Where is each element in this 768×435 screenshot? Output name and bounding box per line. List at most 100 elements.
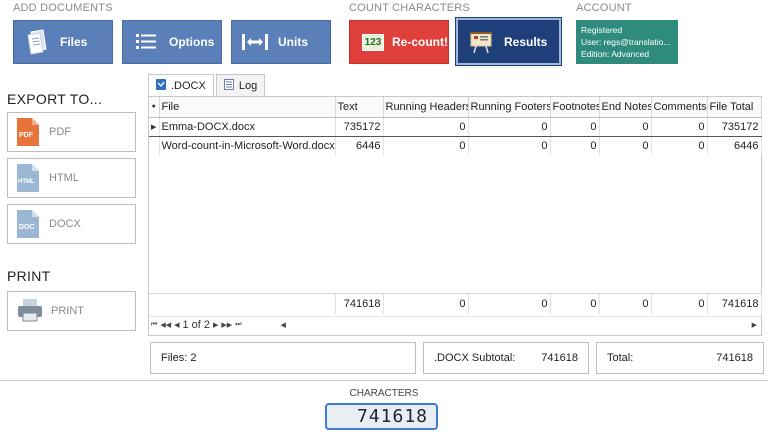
export-heading: EXPORT TO... [7,91,103,107]
total-label: Total: [607,352,634,364]
cell-file: Word-count-in-Microsoft-Word.docx [159,136,336,155]
list-icon [133,29,159,55]
account-user: User: regs@translatio... [581,37,671,47]
log-tab-icon [223,78,234,93]
cell-file-total: 735172 [707,116,762,137]
bottom-divider [0,380,768,381]
section-label-account: ACCOUNT [576,2,632,14]
cell-file: Emma-DOCX.docx [159,116,336,137]
table-header-row: ● File Text Running Headers Running Foot… [149,97,762,118]
results-tabs: .DOCX Log [148,74,267,97]
pdf-file-icon: PDF [17,118,39,146]
grid-pager: ⏮ ◀◀ ◀ 1 of 2 ▶ ▶▶ ⏭ ◀ ▶ [149,316,761,332]
print-button[interactable]: PRINT [7,291,136,331]
next-group-icon[interactable]: ▶▶ [221,321,232,329]
characters-label: CHARACTERS [349,388,419,399]
row-indicator [149,136,160,155]
presentation-board-icon [468,29,494,55]
docx-file-icon: DOC [17,210,39,238]
cell-comments: 0 [651,116,708,137]
table-row[interactable]: ▶ Emma-DOCX.docx 735172 0 0 0 0 0 735172 [149,116,762,137]
tab-docx-label: .DOCX [171,80,206,92]
files-button-label: Files [60,35,88,49]
scroll-left-icon[interactable]: ◀ [281,321,286,329]
total-footnotes: 0 [550,294,600,314]
total-text: 741618 [335,294,384,314]
total-value: 741618 [716,352,753,364]
cell-text: 735172 [335,116,384,137]
options-button[interactable]: Options [122,20,222,64]
total-box: Total: 741618 [596,342,764,374]
svg-text:DOC: DOC [19,224,35,231]
units-button[interactable]: Units [231,20,331,64]
characters-value: 741618 [356,406,428,427]
column-header-file-total[interactable]: File Total [707,97,762,118]
header-indicator: ● [149,97,160,118]
page-indicator: 1 of 2 [182,318,211,331]
export-pdf-button[interactable]: PDF PDF [7,112,136,152]
export-html-button[interactable]: HTML HTML [7,158,136,198]
section-label-count-characters: COUNT CHARACTERS [349,2,470,14]
cell-end-notes: 0 [599,136,652,155]
column-header-footnotes[interactable]: Footnotes [550,97,600,118]
svg-text:HTML: HTML [18,179,35,185]
recount-button-label: Re-count! [392,35,448,49]
counter-123-icon: 123 [360,29,386,55]
results-button[interactable]: Results [455,17,562,66]
tab-log-label: Log [238,79,258,92]
print-heading: PRINT [7,268,51,284]
cell-file-total: 6446 [707,136,762,155]
account-status: Registered [581,25,623,35]
characters-counter: 741618 [325,403,438,430]
total-end-notes: 0 [599,294,652,314]
subtotal-label: .DOCX Subtotal: [434,352,516,364]
units-arrows-icon [242,29,268,55]
cell-running-footers: 0 [468,116,551,137]
totals-spacer [149,294,336,314]
docx-tab-icon [156,79,166,93]
cell-text: 6446 [335,136,384,155]
subtotal-value: 741618 [541,352,578,364]
tab-log[interactable]: Log [215,74,266,96]
options-button-label: Options [169,35,215,49]
total-comments: 0 [651,294,708,314]
tab-docx[interactable]: .DOCX [148,74,214,97]
units-button-label: Units [278,35,308,49]
column-header-running-footers[interactable]: Running Footers [468,97,551,118]
cell-end-notes: 0 [599,116,652,137]
next-page-icon[interactable]: ▶ [213,321,218,329]
svg-text:PDF: PDF [19,132,34,139]
account-panel[interactable]: Registered User: regs@translatio... Edit… [576,20,678,64]
total-file-total: 741618 [707,294,762,314]
export-pdf-label: PDF [49,126,71,138]
column-header-end-notes[interactable]: End Notes [599,97,652,118]
cell-running-headers: 0 [383,116,469,137]
table-row[interactable]: Word-count-in-Microsoft-Word.docx 6446 0… [149,136,762,155]
column-header-running-headers[interactable]: Running Headers [383,97,469,118]
column-header-text[interactable]: Text [335,97,384,118]
export-docx-button[interactable]: DOC DOCX [7,204,136,244]
printer-icon [17,297,43,325]
prev-page-icon[interactable]: ◀ [174,321,179,329]
files-icon [24,29,50,55]
prev-group-icon[interactable]: ◀◀ [160,321,171,329]
last-page-icon[interactable]: ⏭ [235,321,241,329]
row-selector-icon: ▶ [149,116,160,137]
cell-footnotes: 0 [550,136,600,155]
column-header-comments[interactable]: Comments [651,97,708,118]
print-label: PRINT [51,305,84,317]
total-running-footers: 0 [468,294,551,314]
column-header-file[interactable]: File [159,97,336,118]
results-table: ● File Text Running Headers Running Foot… [149,97,762,155]
recount-button[interactable]: 123 Re-count! [349,20,449,64]
results-grid[interactable]: ● File Text Running Headers Running Foot… [148,96,762,336]
html-file-icon: HTML [17,164,39,192]
cell-running-headers: 0 [383,136,469,155]
export-docx-label: DOCX [49,218,81,230]
scroll-right-icon[interactable]: ▶ [752,321,757,329]
totals-row: 741618 0 0 0 0 0 741618 [149,293,762,314]
subtotal-box: .DOCX Subtotal: 741618 [423,342,589,374]
first-page-icon[interactable]: ⏮ [151,321,157,329]
files-button[interactable]: Files [13,20,113,64]
account-edition: Edition: Advanced [581,49,650,59]
